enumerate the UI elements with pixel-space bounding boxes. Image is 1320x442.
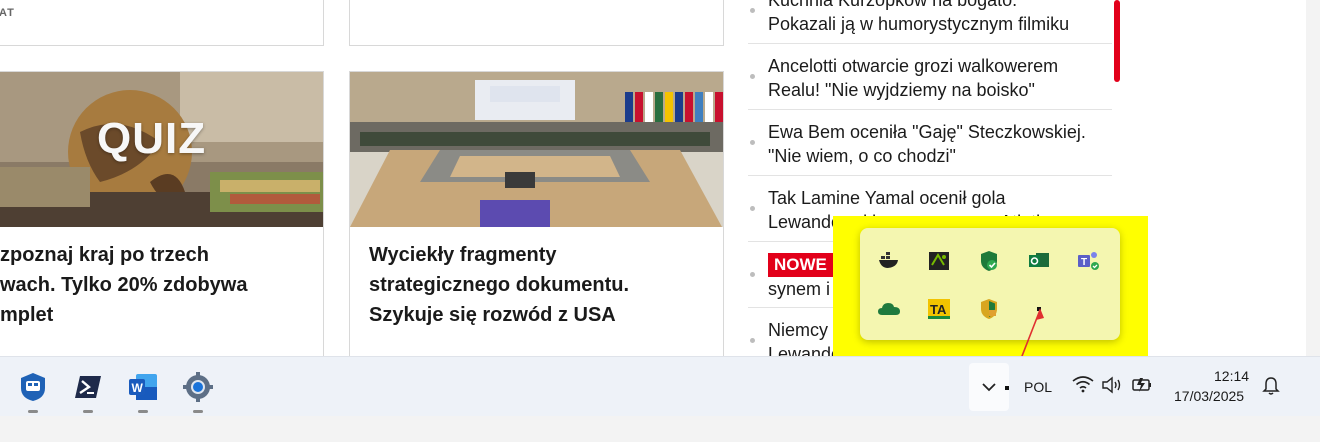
clock-date[interactable]: 17/03/2025 (1174, 388, 1244, 404)
article-title-strategy[interactable]: Wyciekły fragmenty strategicznego dokume… (369, 240, 629, 330)
list-item[interactable]: Kuchnia Kurzopków na bogato. Pokazali ją … (748, 0, 1112, 44)
chevron-up-icon (982, 383, 996, 392)
bullet-icon (750, 8, 755, 13)
nvidia-icon[interactable] (926, 248, 952, 274)
news-line: Pokazali ją w humorystycznym filmiku (768, 14, 1070, 34)
news-line: Tak Lamine Yamal ocenił gola (768, 188, 1006, 208)
bullet-icon (750, 338, 755, 343)
onedrive-icon[interactable] (876, 296, 902, 322)
title-line: Wyciekły fragmenty (369, 244, 557, 266)
teams-icon[interactable]: T (1076, 248, 1102, 274)
title-line: wach. Tylko 20% zdobywa (0, 274, 248, 296)
docker-icon[interactable] (876, 248, 902, 274)
remote-app-icon (21, 373, 45, 401)
taskbar: W POL 12:14 17/03/2025 (0, 356, 1320, 417)
language-indicator[interactable]: POL (1024, 379, 1052, 395)
news-line: Ancelotti otwarcie grozi walkowerem (768, 56, 1059, 76)
news-line: Ewa Bem oceniła "Gaję" Steczkowskiej. (768, 122, 1086, 142)
news-line: Kuchnia Kurzopków na bogato. (768, 0, 1018, 10)
running-indicator (83, 410, 93, 413)
article-category: AT (0, 7, 15, 19)
conference-photo (350, 72, 723, 227)
strategy-article-image[interactable] (350, 72, 723, 227)
word-icon: W (129, 374, 157, 400)
taskbar-app-remote[interactable] (15, 369, 51, 413)
svg-text:W: W (132, 381, 144, 395)
article-title-quiz[interactable]: zpoznaj kraj po trzech wach. Tylko 20% z… (0, 240, 247, 330)
taskbar-app-settings[interactable] (180, 369, 216, 413)
svg-text:T: T (1081, 257, 1087, 268)
taskbar-app-powershell[interactable] (70, 369, 106, 413)
bullet-icon (750, 74, 755, 79)
settings-icon (183, 372, 213, 402)
news-line: "Nie wiem, o co chodzi" (768, 146, 956, 166)
bullet-icon (750, 140, 755, 145)
running-indicator (138, 410, 148, 413)
bullet-icon (750, 272, 755, 277)
small-dot-icon (1005, 386, 1009, 390)
battery-icon[interactable] (1131, 375, 1155, 400)
running-indicator (193, 410, 203, 413)
title-line: zpoznaj kraj po trzech (0, 244, 209, 266)
quiz-article-image[interactable]: QUIZ (0, 72, 323, 227)
new-badge: NOWE (768, 253, 833, 277)
bullet-icon (750, 206, 755, 211)
clock-time[interactable]: 12:14 (1214, 368, 1249, 384)
news-line: Realu! "Nie wyjdziemy na boisko" (768, 80, 1035, 100)
wifi-icon[interactable] (1072, 375, 1094, 398)
notification-bell-icon[interactable] (1262, 376, 1280, 401)
bottom-strip (0, 416, 1320, 442)
title-line: mplet (0, 304, 54, 326)
scrollbar-thumb[interactable] (1114, 0, 1120, 82)
title-line: Szykuje się rozwód z USA (369, 304, 616, 326)
article-card-top-middle[interactable] (349, 0, 724, 46)
title-line: strategicznego dokumentu. (369, 274, 630, 296)
article-card-top-left[interactable]: AT (0, 0, 324, 46)
show-hidden-icons-button[interactable] (969, 363, 1009, 411)
vpn-shield-icon[interactable] (976, 296, 1002, 322)
taskbar-app-word[interactable]: W (125, 369, 161, 413)
tray-overflow-popup: T TA (860, 228, 1120, 340)
defender-icon[interactable] (976, 248, 1002, 274)
volume-icon[interactable] (1101, 376, 1123, 399)
outlook-icon[interactable] (1026, 248, 1052, 274)
running-indicator (28, 410, 38, 413)
svg-text:TA: TA (930, 302, 947, 317)
list-item[interactable]: Ancelotti otwarcie grozi walkowerem Realu… (748, 44, 1112, 110)
list-item[interactable]: Ewa Bem oceniła "Gaję" Steczkowskiej. "Ni… (748, 110, 1112, 176)
ta-icon[interactable]: TA (926, 296, 952, 322)
quiz-badge: QUIZ (97, 114, 207, 163)
powershell-icon (75, 376, 101, 398)
